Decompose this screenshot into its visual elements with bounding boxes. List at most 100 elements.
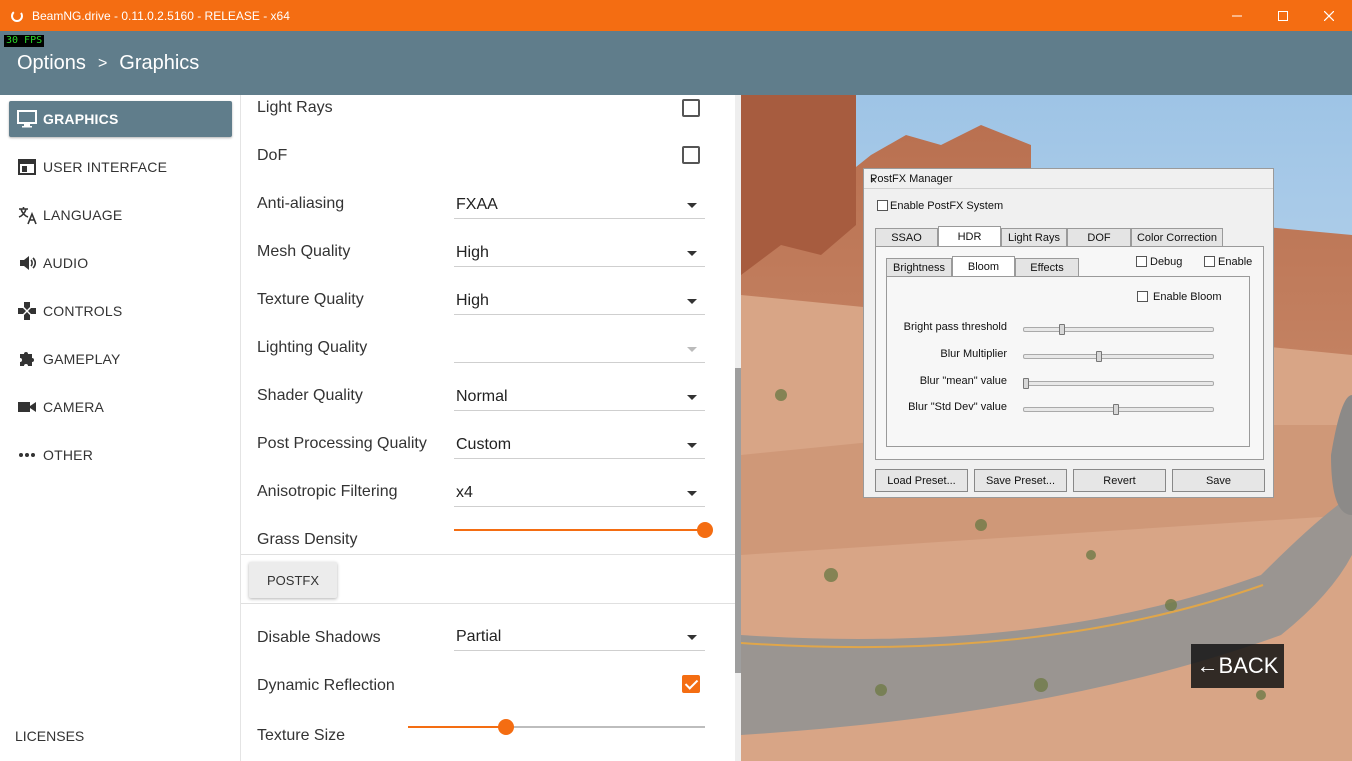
dynamic-reflection-checkbox[interactable] — [682, 675, 700, 693]
enable-postfx-checkbox[interactable] — [877, 200, 888, 211]
translate-icon — [17, 205, 37, 225]
enable-postfx-label: Enable PostFX System — [890, 200, 1004, 212]
postfx-button[interactable]: POSTFX — [249, 562, 337, 598]
setting-shader-quality: Shader Quality Normal — [241, 373, 735, 421]
select-value: x4 — [456, 484, 473, 501]
setting-label: Texture Quality — [257, 291, 364, 308]
setting-label: Mesh Quality — [257, 243, 351, 260]
load-preset-button[interactable]: Load Preset... — [875, 469, 968, 492]
speaker-icon — [17, 253, 37, 273]
tab-light-rays[interactable]: Light Rays — [1001, 228, 1067, 246]
blur-stddev-slider-thumb[interactable] — [1112, 404, 1119, 415]
puzzle-icon — [17, 349, 37, 369]
sidebar-item-label: USER INTERFACE — [43, 159, 168, 175]
dropdown-arrow-icon — [687, 395, 697, 400]
blur-multiplier-slider-thumb[interactable] — [1095, 351, 1102, 362]
bright-pass-slider[interactable] — [1023, 327, 1214, 332]
setting-label: Dynamic Reflection — [257, 677, 395, 694]
tab-dof[interactable]: DOF — [1067, 228, 1131, 246]
window-title: BeamNG.drive - 0.11.0.2.5160 - RELEASE -… — [32, 8, 290, 23]
subtab-bloom[interactable]: Bloom — [952, 256, 1015, 276]
select-value: High — [456, 292, 489, 309]
window-titlebar: BeamNG.drive - 0.11.0.2.5160 - RELEASE -… — [0, 0, 1352, 31]
mesh-quality-select[interactable]: High — [454, 239, 705, 267]
dropdown-arrow-icon — [687, 347, 697, 352]
select-value: Partial — [456, 628, 502, 645]
bright-pass-slider-thumb[interactable] — [1059, 324, 1066, 335]
blur-mean-slider[interactable] — [1023, 381, 1214, 386]
anisotropic-select[interactable]: x4 — [454, 479, 705, 507]
maximize-button[interactable] — [1260, 0, 1306, 31]
subtab-effects[interactable]: Effects — [1015, 258, 1079, 276]
anti-aliasing-select[interactable]: FXAA — [454, 191, 705, 219]
dropdown-arrow-icon — [687, 251, 697, 256]
dof-checkbox[interactable] — [682, 146, 700, 164]
setting-label: Anti-aliasing — [257, 195, 345, 212]
texture-size-thumb[interactable] — [498, 719, 514, 735]
blur-mean-slider-thumb[interactable] — [1023, 378, 1029, 389]
monitor-icon — [17, 109, 37, 129]
sidebar-item-controls[interactable]: CONTROLS — [9, 293, 232, 329]
select-value: Custom — [456, 436, 512, 453]
save-preset-button[interactable]: Save Preset... — [974, 469, 1067, 492]
setting-lighting-quality: Lighting Quality — [241, 325, 735, 373]
close-button[interactable] — [1306, 0, 1352, 31]
disable-shadows-select[interactable]: Partial — [454, 623, 705, 651]
postfx-manager-dialog: PostFX Manager × Enable PostFX System SS… — [863, 168, 1274, 498]
breadcrumb-options[interactable]: Options — [17, 52, 86, 75]
tab-color-correction[interactable]: Color Correction — [1131, 228, 1223, 246]
setting-label: Texture Size — [257, 727, 346, 744]
texture-quality-select[interactable]: High — [454, 287, 705, 315]
sidebar-item-label: GAMEPLAY — [43, 351, 121, 367]
bloom-slider-label: Blur Multiplier — [940, 348, 1007, 360]
breadcrumb-graphics: Graphics — [119, 52, 200, 74]
subtab-brightness[interactable]: Brightness — [886, 258, 952, 276]
setting-disable-shadows: Disable Shadows Partial — [241, 615, 735, 663]
sidebar-item-audio[interactable]: AUDIO — [9, 245, 232, 281]
save-button[interactable]: Save — [1172, 469, 1265, 492]
revert-button[interactable]: Revert — [1073, 469, 1166, 492]
grass-density-thumb[interactable] — [697, 522, 713, 538]
beamng-app-icon — [11, 9, 23, 22]
sidebar-item-language[interactable]: LANGUAGE — [9, 197, 232, 233]
back-arrow-icon: ← — [1196, 653, 1219, 678]
licenses-link[interactable]: LICENSES — [15, 728, 84, 744]
sidebar-item-label: GRAPHICS — [43, 111, 119, 127]
lighting-quality-select[interactable] — [454, 335, 705, 363]
sidebar-item-user-interface[interactable]: USER INTERFACE — [9, 149, 232, 185]
dialog-titlebar[interactable]: PostFX Manager × — [864, 169, 1273, 189]
sidebar-item-gameplay[interactable]: GAMEPLAY — [9, 341, 232, 377]
post-processing-select[interactable]: Custom — [454, 431, 705, 459]
sidebar-item-graphics[interactable]: GRAPHICS — [9, 101, 232, 137]
breadcrumb-separator: > — [97, 54, 108, 72]
options-sidebar: GRAPHICS USER INTERFACE LANGUAGE AUDIO C… — [0, 95, 241, 761]
tab-hdr[interactable]: HDR — [938, 226, 1001, 246]
videocam-icon — [17, 397, 37, 417]
enable-checkbox[interactable] — [1204, 256, 1215, 267]
dropdown-arrow-icon — [687, 203, 697, 208]
fps-counter: 30 FPS — [4, 35, 45, 47]
shader-quality-select[interactable]: Normal — [454, 383, 705, 411]
sidebar-item-other[interactable]: OTHER — [9, 437, 232, 473]
dropdown-arrow-icon — [687, 635, 697, 640]
tab-ssao[interactable]: SSAO — [875, 228, 938, 246]
section-divider — [241, 603, 735, 604]
setting-label: Grass Density — [257, 531, 358, 548]
light-rays-checkbox[interactable] — [682, 99, 700, 117]
sidebar-item-camera[interactable]: CAMERA — [9, 389, 232, 425]
setting-label: Light Rays — [257, 99, 333, 116]
more-icon — [17, 445, 37, 465]
debug-label: Debug — [1150, 256, 1183, 268]
close-icon[interactable]: × — [870, 173, 1265, 187]
minimize-button[interactable] — [1214, 0, 1260, 31]
back-button[interactable]: ← BACK — [1191, 644, 1284, 688]
setting-label: Anisotropic Filtering — [257, 483, 398, 500]
blur-multiplier-slider[interactable] — [1023, 354, 1214, 359]
options-header: 30 FPS Options > Graphics — [0, 31, 1352, 95]
setting-dynamic-reflection: Dynamic Reflection — [241, 663, 735, 711]
window-icon — [17, 157, 37, 177]
setting-anti-aliasing: Anti-aliasing FXAA — [241, 181, 735, 229]
enable-bloom-checkbox[interactable] — [1137, 291, 1148, 302]
sidebar-item-label: OTHER — [43, 447, 93, 463]
debug-checkbox[interactable] — [1136, 256, 1147, 267]
